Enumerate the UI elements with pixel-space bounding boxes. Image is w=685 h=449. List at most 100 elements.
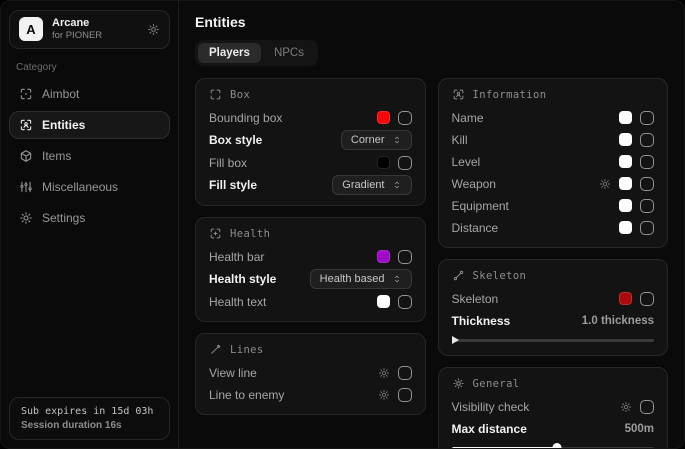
setting-label: Level	[452, 155, 481, 169]
setting-row-line-to-enemy: Line to enemy	[209, 385, 412, 404]
setting-row-max-distance: Max distance 500m	[452, 419, 655, 438]
sidebar-item-entities[interactable]: Entities	[9, 111, 170, 139]
setting-label: Health style	[209, 272, 276, 286]
setting-label: Health text	[209, 295, 266, 309]
slider-thumb[interactable]	[452, 336, 459, 344]
color-swatch[interactable]	[619, 155, 632, 168]
sidebar-item-label: Miscellaneous	[42, 180, 118, 194]
box-style-dropdown[interactable]: Corner	[341, 130, 412, 150]
color-swatch[interactable]	[619, 111, 632, 124]
max-distance-value: 500m	[625, 423, 654, 435]
sidebar-item-settings[interactable]: Settings	[9, 204, 170, 232]
checkbox[interactable]	[640, 133, 654, 147]
setting-row-health-style: Health style Health based	[209, 269, 412, 289]
color-swatch[interactable]	[377, 250, 390, 263]
color-swatch[interactable]	[619, 292, 632, 305]
sidebar-item-label: Entities	[42, 118, 85, 132]
setting-row-bounding-box: Bounding box	[209, 108, 412, 127]
main-content: Entities Players NPCs Box Boundin	[179, 1, 684, 448]
color-swatch[interactable]	[619, 199, 632, 212]
setting-row-name: Name	[452, 108, 655, 127]
setting-label: Box style	[209, 133, 262, 147]
panel-header: Skeleton	[452, 269, 655, 282]
panel-title: Skeleton	[473, 270, 527, 282]
tab-npcs[interactable]: NPCs	[263, 43, 315, 63]
brand-logo: A	[19, 17, 43, 41]
sidebar-item-miscellaneous[interactable]: Miscellaneous	[9, 173, 170, 201]
checkbox[interactable]	[640, 221, 654, 235]
panel-title: Information	[473, 89, 547, 101]
sun-icon	[452, 377, 465, 390]
page-title: Entities	[195, 14, 668, 30]
sidebar-item-aimbot[interactable]: Aimbot	[9, 80, 170, 108]
category-label: Category	[16, 62, 163, 73]
checkbox[interactable]	[398, 388, 412, 402]
color-swatch[interactable]	[619, 221, 632, 234]
gear-icon	[19, 211, 33, 225]
setting-row-box-style: Box style Corner	[209, 130, 412, 150]
setting-row-level: Level	[452, 152, 655, 171]
setting-row-fill-style: Fill style Gradient	[209, 175, 412, 195]
max-distance-slider[interactable]	[452, 444, 655, 448]
brand-card: A Arcane for PIONER	[9, 10, 170, 49]
setting-label: Thickness	[452, 314, 511, 328]
panel-title: Health	[230, 228, 270, 240]
setting-label: Health bar	[209, 250, 264, 264]
session-duration-text: Session duration 16s	[21, 420, 158, 431]
checkbox[interactable]	[398, 250, 412, 264]
checkbox[interactable]	[398, 366, 412, 380]
panel-box: Box Bounding box Box style	[195, 78, 426, 206]
checkbox[interactable]	[398, 111, 412, 125]
gear-icon[interactable]	[147, 23, 160, 36]
panel-title: Box	[230, 89, 250, 101]
color-swatch[interactable]	[377, 295, 390, 308]
setting-label: Name	[452, 111, 484, 125]
panel-columns: Box Bounding box Box style	[195, 78, 668, 448]
thickness-slider[interactable]	[452, 336, 655, 345]
tab-players[interactable]: Players	[198, 43, 261, 63]
sidebar-item-label: Items	[42, 149, 71, 163]
left-column: Box Bounding box Box style	[195, 78, 426, 415]
health-style-dropdown[interactable]: Health based	[310, 269, 412, 289]
slider-track	[452, 339, 655, 342]
sidebar-item-items[interactable]: Items	[9, 142, 170, 170]
setting-row-distance: Distance	[452, 218, 655, 237]
checkbox[interactable]	[398, 295, 412, 309]
checkbox[interactable]	[640, 199, 654, 213]
color-swatch[interactable]	[619, 133, 632, 146]
brand-text: Arcane for PIONER	[52, 17, 138, 42]
unfold-icon	[392, 135, 402, 145]
checkbox[interactable]	[640, 177, 654, 191]
setting-row-thickness: Thickness 1.0 thickness	[452, 311, 655, 330]
gear-icon[interactable]	[620, 401, 632, 413]
gear-icon[interactable]	[378, 367, 390, 379]
setting-label: View line	[209, 366, 257, 380]
bone-icon	[452, 269, 465, 282]
setting-row-health-bar: Health bar	[209, 247, 412, 266]
gear-icon[interactable]	[599, 178, 611, 190]
panel-header: Box	[209, 88, 412, 101]
thickness-value: 1.0 thickness	[582, 315, 654, 327]
setting-label: Fill style	[209, 178, 257, 192]
checkbox[interactable]	[640, 292, 654, 306]
color-swatch[interactable]	[377, 156, 390, 169]
panel-header: Information	[452, 88, 655, 101]
sidebar-nav: Aimbot Entities Items Miscellaneous	[9, 80, 170, 232]
checkbox[interactable]	[398, 156, 412, 170]
checkbox[interactable]	[640, 155, 654, 169]
fill-style-dropdown[interactable]: Gradient	[332, 175, 411, 195]
unfold-icon	[392, 274, 402, 284]
color-swatch[interactable]	[377, 111, 390, 124]
health-scan-icon	[209, 227, 222, 240]
color-swatch[interactable]	[619, 177, 632, 190]
sub-expiry-text: Sub expires in 15d 03h	[21, 406, 158, 417]
setting-label: Fill box	[209, 156, 247, 170]
setting-row-health-text: Health text	[209, 292, 412, 311]
right-column: Information Name Kill	[438, 78, 669, 448]
checkbox[interactable]	[640, 400, 654, 414]
panel-title: Lines	[230, 344, 264, 356]
gear-icon[interactable]	[378, 389, 390, 401]
checkbox[interactable]	[640, 111, 654, 125]
sliders-icon	[19, 180, 33, 194]
slider-thumb[interactable]	[552, 443, 561, 448]
